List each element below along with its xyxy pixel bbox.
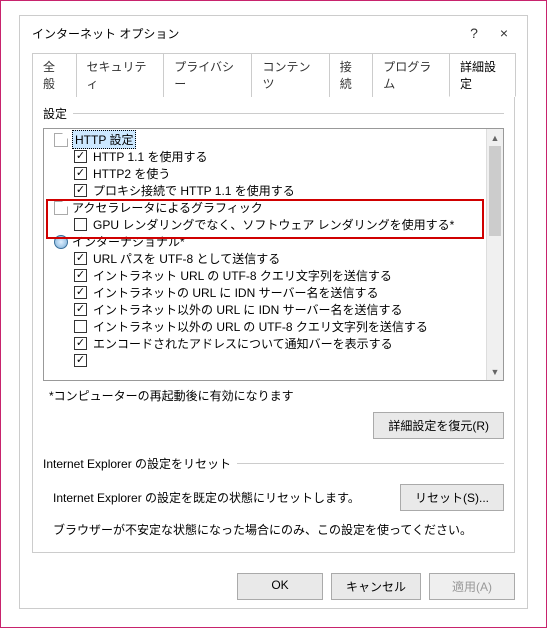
checkbox-icon[interactable]: [74, 354, 87, 367]
tree-checkbox-item[interactable]: イントラネット以外の URL の UTF-8 クエリ文字列を送信する: [48, 318, 486, 335]
tree-checkbox-item[interactable]: HTTP2 を使う: [48, 165, 486, 182]
checkbox-icon[interactable]: [74, 320, 87, 333]
restore-advanced-button[interactable]: 詳細設定を復元(R): [373, 412, 504, 439]
checkbox-icon[interactable]: [74, 269, 87, 282]
checkbox-icon[interactable]: [74, 337, 87, 350]
reset-fieldset: Internet Explorer の設定をリセット: [43, 455, 504, 472]
tree-checkbox-item[interactable]: [48, 352, 486, 369]
cancel-button[interactable]: キャンセル: [331, 573, 421, 600]
dialog-footer: OK キャンセル 適用(A): [20, 563, 527, 610]
tab-6[interactable]: 詳細設定: [449, 53, 516, 97]
tree-item-label: イントラネット以外の URL に IDN サーバー名を送信する: [93, 301, 402, 318]
settings-fieldset: 設定: [43, 105, 504, 122]
reset-row: Internet Explorer の設定を既定の状態にリセットします。 リセッ…: [43, 478, 504, 517]
doc-icon: [54, 201, 68, 215]
tree-item-label: HTTP 1.1 を使用する: [93, 148, 207, 165]
dialog-body: 全般セキュリティプライバシーコンテンツ接続プログラム詳細設定 設定 HTTP 設…: [20, 48, 527, 563]
tree-checkbox-item[interactable]: プロキシ接続で HTTP 1.1 を使用する: [48, 182, 486, 199]
reset-desc: Internet Explorer の設定を既定の状態にリセットします。: [53, 489, 388, 506]
scroll-down-icon[interactable]: ▼: [487, 363, 503, 380]
settings-tree: HTTP 設定HTTP 1.1 を使用するHTTP2 を使うプロキシ接続で HT…: [44, 129, 486, 380]
checkbox-icon[interactable]: [74, 218, 87, 231]
tab-1[interactable]: セキュリティ: [76, 53, 165, 97]
checkbox-icon[interactable]: [74, 150, 87, 163]
tab-4[interactable]: 接続: [329, 53, 374, 97]
tree-group[interactable]: アクセラレータによるグラフィック: [48, 199, 486, 216]
tree-checkbox-item[interactable]: エンコードされたアドレスについて通知バーを表示する: [48, 335, 486, 352]
tree-item-label: URL パスを UTF-8 として送信する: [93, 250, 280, 267]
tree-group-label: インターナショナル*: [72, 233, 185, 250]
window-title: インターネット オプション: [32, 25, 459, 42]
tree-group-label: HTTP 設定: [72, 130, 136, 149]
restart-note: *コンピューターの再起動後に有効になります: [49, 387, 504, 404]
tree-checkbox-item[interactable]: イントラネットの URL に IDN サーバー名を送信する: [48, 284, 486, 301]
vertical-scrollbar[interactable]: ▲ ▼: [486, 129, 503, 380]
annotation-frame: インターネット オプション ? × 全般セキュリティプライバシーコンテンツ接続プ…: [0, 0, 547, 628]
checkbox-icon[interactable]: [74, 286, 87, 299]
scroll-thumb[interactable]: [489, 146, 501, 236]
checkbox-icon[interactable]: [74, 303, 87, 316]
reset-warning: ブラウザーが不安定な状態になった場合にのみ、この設定を使ってください。: [43, 517, 504, 542]
ok-button[interactable]: OK: [237, 573, 323, 600]
tree-item-label: GPU レンダリングでなく、ソフトウェア レンダリングを使用する*: [93, 216, 454, 233]
reset-button[interactable]: リセット(S)...: [400, 484, 504, 511]
restore-row: 詳細設定を復元(R): [43, 412, 504, 439]
divider: [237, 463, 504, 464]
checkbox-icon[interactable]: [74, 167, 87, 180]
checkbox-icon[interactable]: [74, 252, 87, 265]
reset-section: Internet Explorer の設定をリセット Internet Expl…: [43, 455, 504, 542]
scroll-track[interactable]: [487, 146, 503, 363]
divider: [73, 113, 504, 114]
tree-checkbox-item[interactable]: GPU レンダリングでなく、ソフトウェア レンダリングを使用する*: [48, 216, 486, 233]
tree-item-label: イントラネット以外の URL の UTF-8 クエリ文字列を送信する: [93, 318, 428, 335]
help-button[interactable]: ?: [459, 22, 489, 44]
tree-item-label: イントラネットの URL に IDN サーバー名を送信する: [93, 284, 378, 301]
tab-2[interactable]: プライバシー: [163, 53, 252, 97]
tree-group-label: アクセラレータによるグラフィック: [72, 199, 263, 216]
tree-checkbox-item[interactable]: イントラネット以外の URL に IDN サーバー名を送信する: [48, 301, 486, 318]
close-button[interactable]: ×: [489, 22, 519, 44]
apply-button[interactable]: 適用(A): [429, 573, 515, 600]
tree-checkbox-item[interactable]: イントラネット URL の UTF-8 クエリ文字列を送信する: [48, 267, 486, 284]
globe-icon: [54, 235, 68, 249]
settings-listbox[interactable]: HTTP 設定HTTP 1.1 を使用するHTTP2 を使うプロキシ接続で HT…: [43, 128, 504, 381]
tree-group[interactable]: HTTP 設定: [48, 131, 486, 148]
titlebar: インターネット オプション ? ×: [20, 16, 527, 48]
tree-item-label: プロキシ接続で HTTP 1.1 を使用する: [93, 182, 295, 199]
checkbox-icon[interactable]: [74, 184, 87, 197]
settings-label: 設定: [43, 105, 67, 122]
doc-icon: [54, 133, 68, 147]
tab-0[interactable]: 全般: [32, 53, 77, 97]
tab-strip: 全般セキュリティプライバシーコンテンツ接続プログラム詳細設定: [32, 52, 515, 96]
tree-item-label: イントラネット URL の UTF-8 クエリ文字列を送信する: [93, 267, 392, 284]
reset-section-label: Internet Explorer の設定をリセット: [43, 455, 231, 472]
tree-item-label: エンコードされたアドレスについて通知バーを表示する: [93, 335, 393, 352]
tree-group[interactable]: インターナショナル*: [48, 233, 486, 250]
tab-3[interactable]: コンテンツ: [251, 53, 329, 97]
tree-item-label: HTTP2 を使う: [93, 165, 170, 182]
internet-options-dialog: インターネット オプション ? × 全般セキュリティプライバシーコンテンツ接続プ…: [19, 15, 528, 609]
scroll-up-icon[interactable]: ▲: [487, 129, 503, 146]
tab-5[interactable]: プログラム: [372, 53, 450, 97]
tree-checkbox-item[interactable]: URL パスを UTF-8 として送信する: [48, 250, 486, 267]
tab-panel-advanced: 設定 HTTP 設定HTTP 1.1 を使用するHTTP2 を使うプロキシ接続で…: [32, 96, 515, 553]
tree-checkbox-item[interactable]: HTTP 1.1 を使用する: [48, 148, 486, 165]
